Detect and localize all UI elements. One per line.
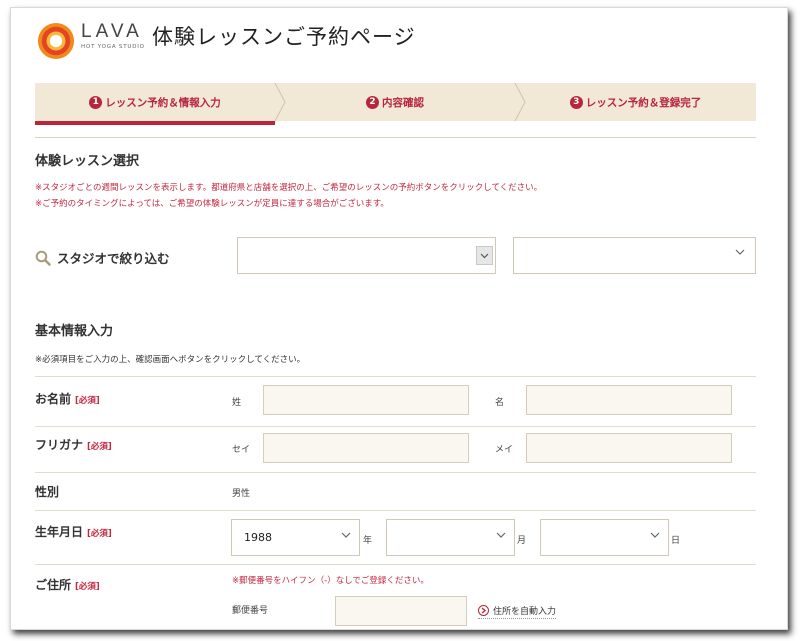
first-name-label: 名: [495, 398, 505, 408]
auto-fill-address-button[interactable]: 住所を自動入力: [478, 604, 557, 619]
lesson-note-1: ※スタジオごとの週間レッスンを表示します。都道府県と店舗を選択の上、ご希望のレッ…: [35, 183, 543, 193]
step-number: 2: [366, 95, 379, 109]
divider: [35, 137, 756, 138]
required-tag: [必須]: [87, 529, 112, 539]
address-label: ご住所 [必須]: [35, 576, 100, 593]
chevron-down-icon: [496, 532, 506, 538]
brand-subtitle: HOT YOGA STUDIO: [81, 44, 145, 50]
chevron-down-icon: [735, 249, 745, 255]
step-label: レッスン予約＆登録完了: [585, 96, 702, 109]
browser-frame: LAVA HOT YOGA STUDIO 体験レッスンご予約ページ 1 レッスン…: [10, 7, 788, 630]
step-1: 1 レッスン予約＆情報入力: [35, 83, 275, 121]
birthdate-label: 生年月日 [必須]: [35, 523, 112, 540]
lava-logo[interactable]: [37, 22, 75, 60]
gender-label: 性別: [35, 485, 60, 499]
address-label-text: ご住所: [35, 578, 72, 592]
last-name-label: 姓: [232, 398, 242, 408]
studio-filter-label: スタジオで絞り込む: [35, 248, 170, 267]
basic-section-title: 基本情報入力: [35, 324, 114, 339]
row-divider: [35, 564, 756, 565]
step-label: レッスン予約＆情報入力: [105, 96, 221, 109]
basic-note: ※必須項目をご入力の上、確認画面へボタンをクリックしてください。: [35, 355, 306, 365]
address-note: ※郵便番号をハイフン（-）なしでご登録ください。: [232, 576, 429, 586]
row-divider: [35, 376, 756, 377]
last-name-input[interactable]: [263, 385, 469, 415]
auto-fill-label: 住所を自動入力: [493, 607, 557, 617]
progress-steps: 1 レッスン予約＆情報入力 2 内容確認 3 レッスン予約＆登録完了: [35, 83, 756, 127]
row-divider: [35, 510, 756, 511]
filter-label-text: スタジオで絞り込む: [57, 251, 170, 266]
prefecture-select[interactable]: [237, 237, 496, 274]
birthdate-label-text: 生年月日: [35, 525, 84, 539]
chevron-down-icon: [341, 532, 351, 538]
birth-month-select[interactable]: [386, 519, 515, 556]
gender-value: 男性: [232, 489, 251, 499]
brand-name: LAVA: [81, 21, 143, 42]
page-title: 体験レッスンご予約ページ: [152, 25, 416, 49]
circle-arrow-icon: [478, 605, 489, 616]
name-label-text: お名前: [35, 392, 72, 406]
birth-year-value: 1988: [244, 531, 272, 544]
birth-year-select[interactable]: 1988: [231, 519, 360, 556]
search-icon: [35, 250, 51, 266]
name-label: お名前 [必須]: [35, 390, 100, 407]
page-header: LAVA HOT YOGA STUDIO 体験レッスンご予約ページ: [37, 18, 737, 68]
step-3: 3 レッスン予約＆登録完了: [515, 83, 756, 121]
first-kana-input[interactable]: [526, 433, 732, 463]
year-unit: 年: [363, 536, 373, 546]
chevron-down-icon: [650, 532, 660, 538]
brand: LAVA HOT YOGA STUDIO: [81, 21, 145, 51]
month-unit: 月: [517, 536, 527, 546]
step-number: 3: [569, 95, 583, 109]
lesson-section-title: 体験レッスン選択: [35, 154, 140, 169]
zip-label: 郵便番号: [232, 606, 269, 616]
step-2: 2 内容確認: [275, 83, 515, 121]
first-kana-label: メイ: [495, 445, 514, 455]
step-number: 1: [89, 95, 103, 109]
row-divider: [35, 472, 756, 473]
furigana-label: フリガナ [必須]: [35, 436, 112, 453]
first-name-input[interactable]: [526, 385, 732, 415]
store-select[interactable]: [513, 237, 756, 274]
required-tag: [必須]: [87, 442, 112, 452]
furigana-label-text: フリガナ: [35, 438, 84, 452]
last-kana-input[interactable]: [263, 433, 469, 463]
day-unit: 日: [671, 536, 681, 546]
chevron-down-icon[interactable]: [476, 246, 493, 265]
required-tag: [必須]: [75, 396, 100, 406]
required-tag: [必須]: [75, 582, 100, 592]
lesson-note-2: ※ご予約のタイミングによっては、ご希望の体験レッスンが定員に達する場合がございま…: [35, 199, 389, 209]
birth-day-select[interactable]: [540, 519, 669, 556]
last-kana-label: セイ: [232, 445, 251, 455]
row-divider: [35, 426, 756, 427]
zip-input[interactable]: [335, 596, 467, 626]
step-label: 内容確認: [382, 96, 424, 109]
page-content: LAVA HOT YOGA STUDIO 体験レッスンご予約ページ 1 レッスン…: [35, 8, 756, 629]
